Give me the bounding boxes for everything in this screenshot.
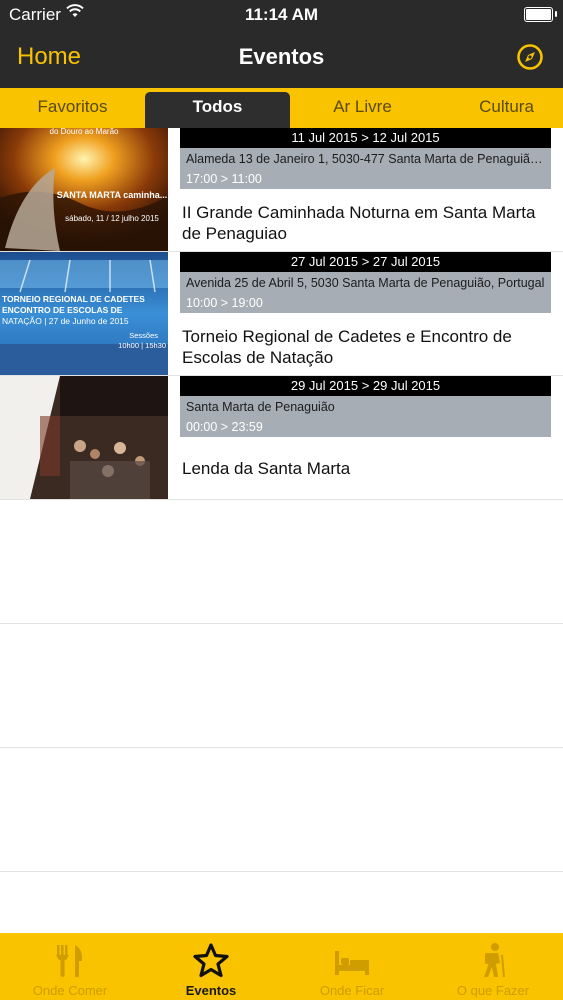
event-poster-image: do Douro ao Marão SANTA MARTA caminha...… <box>0 128 168 251</box>
clock: 11:14 AM <box>244 5 319 24</box>
event-hours: 10:00 > 19:00 <box>186 296 263 310</box>
bed-icon <box>335 951 369 975</box>
poster-top-text: do Douro ao Marão <box>50 128 119 136</box>
poster-bottom-text: sábado, 11 / 12 julho 2015 <box>65 214 159 223</box>
tab-onde-comer[interactable]: Onde Comer <box>0 933 140 1000</box>
compass-icon[interactable] <box>515 42 545 72</box>
tab-label: Eventos <box>185 983 237 998</box>
event-address: Santa Marta de Penaguião <box>186 400 335 414</box>
event-row[interactable]: TORNEIO REGIONAL DE CADETES ENCONTRO DE … <box>0 252 563 376</box>
event-date-range: 29 Jul 2015 > 29 Jul 2015 <box>180 376 551 396</box>
tab-favoritos[interactable]: Favoritos <box>0 88 145 128</box>
tab-label: Onde Ficar <box>319 983 385 998</box>
poster-line2: ENCONTRO DE ESCOLAS DE <box>2 305 123 315</box>
event-info-box: Avenida 25 de Abril 5, 5030 Santa Marta … <box>180 272 551 313</box>
status-bar: Carrier 11:14 AM <box>0 0 563 30</box>
event-hours: 00:00 > 23:59 <box>186 420 263 434</box>
navigation-bar: Carrier 11:14 AM Home Eventos <box>0 0 563 88</box>
event-hours: 17:00 > 11:00 <box>186 172 262 186</box>
poster-line1: TORNEIO REGIONAL DE CADETES <box>2 294 145 304</box>
event-title: Torneio Regional de Cadetes e Encontro d… <box>182 327 512 367</box>
poster-line5: 10h00 | 15h30 <box>118 341 166 350</box>
empty-row-divider <box>0 871 563 872</box>
event-info-box: Alameda 13 de Janeiro 1, 5030-477 Santa … <box>180 148 551 189</box>
event-poster-image: TORNEIO REGIONAL DE CADETES ENCONTRO DE … <box>0 252 168 375</box>
page-title: Eventos <box>238 44 325 69</box>
event-row[interactable]: 29 Jul 2015 > 29 Jul 2015 Santa Marta de… <box>0 376 563 500</box>
event-row[interactable]: do Douro ao Marão SANTA MARTA caminha...… <box>0 128 563 252</box>
event-title: II Grande Caminhada Noturna em Santa Mar… <box>182 203 536 243</box>
event-info-box: Santa Marta de Penaguião 00:00 > 23:59 <box>180 396 551 437</box>
battery-icon <box>524 7 557 22</box>
event-date-range: 11 Jul 2015 > 12 Jul 2015 <box>180 128 551 148</box>
tab-cultura[interactable]: Cultura <box>435 88 563 128</box>
bottom-tab-bar: Onde Comer Eventos Onde Ficar O que Faze… <box>0 933 563 1000</box>
category-tabs: Favoritos Todos Ar Livre Cultura <box>0 88 563 128</box>
empty-row-divider <box>0 747 563 748</box>
event-address: Avenida 25 de Abril 5, 5030 Santa Marta … <box>186 276 545 290</box>
star-icon <box>193 943 229 978</box>
event-date-range: 27 Jul 2015 > 27 Jul 2015 <box>180 252 551 272</box>
empty-row-divider <box>0 623 563 624</box>
events-list: do Douro ao Marão SANTA MARTA caminha...… <box>0 128 563 933</box>
event-address: Alameda 13 de Janeiro 1, 5030-477 Santa … <box>186 152 546 166</box>
tab-onde-ficar[interactable]: Onde Ficar <box>282 933 422 1000</box>
poster-line3: NATAÇÃO | 27 de Junho de 2015 <box>2 316 129 326</box>
fork-knife-icon <box>56 945 83 977</box>
tab-label: O que Fazer <box>456 983 530 998</box>
event-title: Lenda da Santa Marta <box>182 459 351 478</box>
poster-middle-text: SANTA MARTA caminha... <box>57 190 168 200</box>
poster-line4: Sessões <box>129 331 158 340</box>
tab-label: Onde Comer <box>32 983 108 998</box>
hiker-icon <box>484 943 505 978</box>
tab-todos[interactable]: Todos <box>145 92 290 128</box>
tab-ar-livre[interactable]: Ar Livre <box>290 88 435 128</box>
tab-eventos[interactable]: Eventos <box>141 933 281 1000</box>
tab-o-que-fazer[interactable]: O que Fazer <box>423 933 563 1000</box>
event-photo-image <box>0 376 168 499</box>
